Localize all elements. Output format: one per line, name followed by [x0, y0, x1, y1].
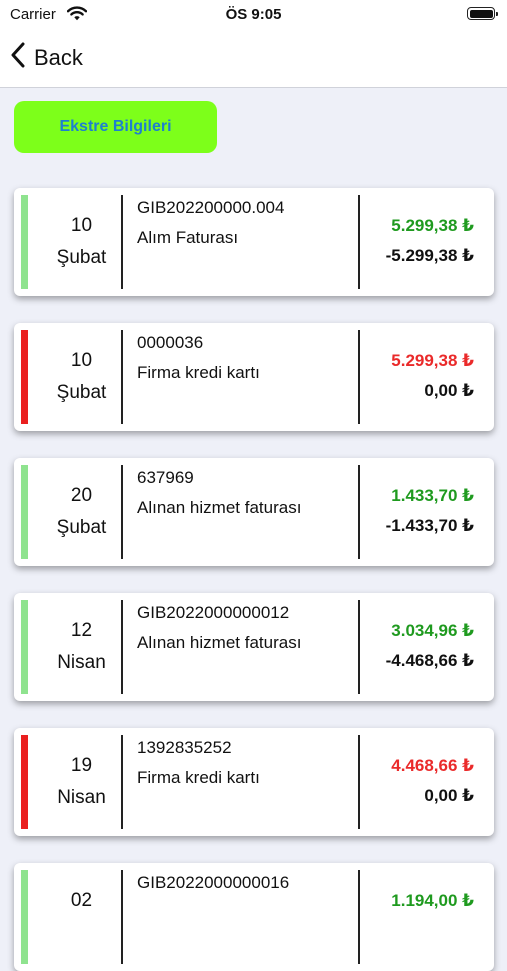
status-stripe — [21, 465, 28, 559]
date-block: 02 — [28, 863, 135, 971]
date-day: 02 — [70, 890, 93, 911]
transaction-card[interactable]: 10 Şubat 0000036 Firma kredi kartı 5.299,38 … — [14, 323, 494, 431]
date-day: 10 — [70, 350, 93, 371]
transaction-description: Alınan hizmet faturası — [137, 633, 302, 652]
document-number: 0000036 — [137, 333, 204, 352]
divider — [358, 600, 360, 694]
transaction-description: Alım Faturası — [137, 228, 239, 247]
transaction-description: Firma kredi kartı — [137, 768, 260, 787]
status-stripe — [21, 870, 28, 964]
divider — [121, 870, 123, 964]
transaction-card[interactable]: 10 Şubat GIB202200000.004 Alım Faturası 5.29… — [14, 188, 494, 296]
chevron-left-icon — [10, 42, 34, 74]
running-balance: -4.468,66 ₺ — [385, 651, 474, 670]
date-block: 20 Şubat — [28, 458, 135, 566]
running-balance: -1.433,70 ₺ — [385, 516, 474, 535]
transaction-description: Alınan hizmet faturası — [137, 498, 302, 517]
running-balance: 0,00 ₺ — [424, 786, 474, 805]
transaction-card[interactable]: 19 Nisan 1392835252 Firma kredi kartı 4.468,… — [14, 728, 494, 836]
battery-icon — [467, 7, 498, 20]
transaction-amount: 5.299,38 ₺ — [391, 351, 474, 370]
date-month: Nisan — [57, 787, 106, 808]
transaction-card[interactable]: 12 Nisan GIB2022000000012 Alınan hizmet fat… — [14, 593, 494, 701]
ekstre-bilgileri-button[interactable]: Ekstre Bilgileri — [14, 101, 217, 153]
status-bar: Carrier ÖS 9:05 — [0, 0, 507, 30]
date-block: 19 Nisan — [28, 728, 135, 836]
divider — [358, 330, 360, 424]
divider — [358, 870, 360, 964]
status-stripe — [21, 600, 28, 694]
divider — [121, 600, 123, 694]
document-number: 637969 — [137, 468, 194, 487]
transaction-amount: 3.034,96 ₺ — [391, 621, 474, 640]
date-block: 12 Nisan — [28, 593, 135, 701]
divider — [358, 195, 360, 289]
back-label: Back — [34, 45, 83, 70]
date-day: 12 — [70, 620, 93, 641]
status-time: ÖS 9:05 — [225, 6, 282, 23]
transaction-amount: 1.194,00 ₺ — [391, 891, 474, 910]
navigation-bar: Back — [0, 30, 507, 88]
date-month: Şubat — [56, 382, 107, 403]
transaction-card[interactable]: 20 Şubat 637969 Alınan hizmet faturası 1.433… — [14, 458, 494, 566]
status-stripe — [21, 330, 28, 424]
divider — [358, 465, 360, 559]
document-number: 1392835252 — [137, 738, 232, 757]
date-day: 20 — [70, 485, 93, 506]
running-balance: 0,00 ₺ — [424, 381, 474, 400]
date-day: 10 — [70, 215, 93, 236]
date-block: 10 Şubat — [28, 323, 135, 431]
date-day: 19 — [70, 755, 93, 776]
divider — [121, 465, 123, 559]
date-month: Nisan — [57, 652, 106, 673]
transaction-amount: 5.299,38 ₺ — [391, 216, 474, 235]
divider — [121, 330, 123, 424]
transaction-amount: 4.468,66 ₺ — [391, 756, 474, 775]
transaction-card[interactable]: 02 GIB2022000000016 1.194,00 ₺ — [14, 863, 494, 971]
back-button[interactable]: Back — [10, 42, 83, 74]
divider — [121, 195, 123, 289]
status-stripe — [21, 735, 28, 829]
document-number: GIB2022000000016 — [137, 873, 290, 892]
document-number: GIB2022000000012 — [137, 603, 290, 622]
divider — [121, 735, 123, 829]
date-month: Şubat — [56, 247, 107, 268]
date-month: Şubat — [56, 517, 107, 538]
running-balance: -5.299,38 ₺ — [385, 246, 474, 265]
document-number: GIB202200000.004 — [137, 198, 285, 217]
transaction-description: Firma kredi kartı — [137, 363, 260, 382]
transaction-amount: 1.433,70 ₺ — [391, 486, 474, 505]
date-block: 10 Şubat — [28, 188, 135, 296]
status-stripe — [21, 195, 28, 289]
divider — [358, 735, 360, 829]
